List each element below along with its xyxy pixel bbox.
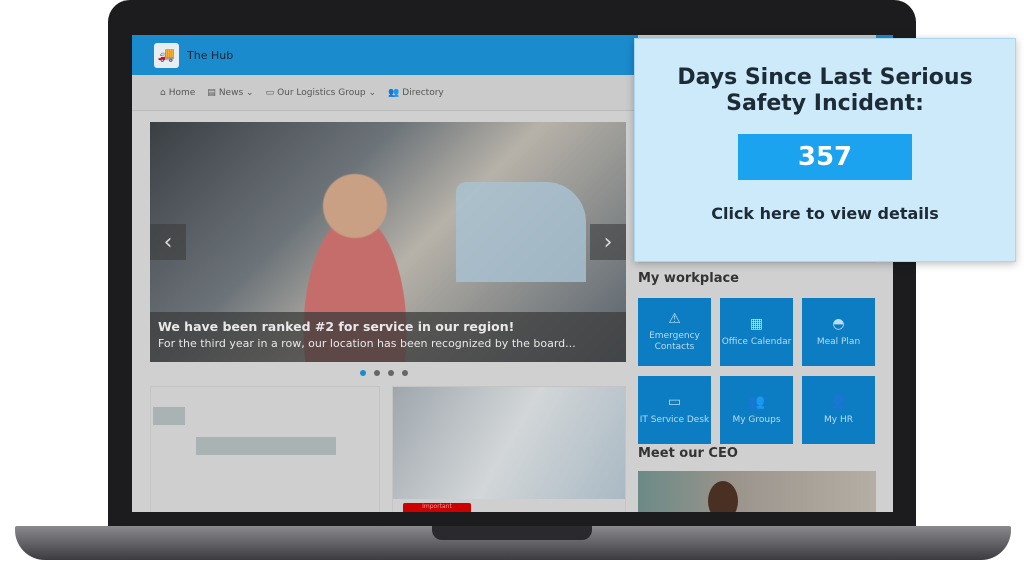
important-badge: Important: [403, 503, 471, 512]
tile-label: IT Service Desk: [639, 414, 710, 425]
tile-emergency-contacts[interactable]: ⚠ Emergency Contacts: [638, 298, 711, 366]
days-count: 357: [738, 134, 912, 180]
tile-office-calendar[interactable]: ▦ Office Calendar: [720, 298, 793, 366]
workplace-title: My workplace: [638, 271, 739, 286]
tile-label: My HR: [824, 414, 853, 425]
hero-carousel[interactable]: ‹ › We have been ranked #2 for service i…: [150, 122, 626, 362]
ceo-title: Meet our CEO: [638, 446, 738, 461]
tile-it-service-desk[interactable]: ▭ IT Service Desk: [638, 376, 711, 444]
carousel-dot[interactable]: [402, 370, 408, 376]
truck-icon[interactable]: 🚚: [154, 42, 179, 68]
app-title[interactable]: The Hub: [187, 49, 233, 62]
carousel-dot[interactable]: [388, 370, 394, 376]
sign-illustration: [153, 407, 185, 425]
carousel-dot[interactable]: [360, 370, 366, 376]
home-icon: ⌂: [160, 87, 166, 98]
nav-label: Home: [168, 87, 196, 98]
tile-my-groups[interactable]: 👥 My Groups: [720, 376, 793, 444]
news-card-network[interactable]: Important: [392, 386, 626, 512]
burger-icon: ◓: [832, 316, 845, 333]
warning-icon: ⚠: [668, 310, 681, 327]
people-icon: 👥: [388, 87, 400, 98]
user-icon: 👤: [829, 394, 848, 411]
carousel-next-button[interactable]: ›: [590, 224, 626, 260]
laptop-notch: [432, 526, 592, 540]
chevron-down-icon: ⌄: [368, 87, 377, 98]
network-image: [393, 387, 625, 499]
news-card-people[interactable]: [150, 386, 380, 512]
nav-label: Directory: [402, 87, 444, 98]
tile-label: My Groups: [732, 414, 781, 425]
tile-meal-plan[interactable]: ◓ Meal Plan: [802, 298, 875, 366]
hero-summary: For the third year in a row, our locatio…: [158, 337, 576, 350]
safety-incident-popup[interactable]: Days Since Last Serious Safety Incident:…: [634, 38, 1016, 262]
nav-our-logistics-group[interactable]: ▭ Our Logistics Group ⌄: [266, 88, 376, 98]
nav-label: News: [218, 87, 244, 98]
truck-window-image: [456, 182, 586, 282]
newspaper-icon: ▤: [207, 87, 216, 98]
carousel-dots: [360, 370, 408, 376]
nav-news[interactable]: ▤ News ⌄: [207, 88, 253, 98]
view-details-link[interactable]: Click here to view details: [635, 204, 1015, 223]
tile-label: Office Calendar: [721, 336, 792, 347]
group-icon: 👥: [747, 394, 766, 411]
banner-illustration: [196, 437, 336, 455]
ceo-image[interactable]: [638, 471, 876, 512]
nav-directory[interactable]: 👥 Directory: [388, 88, 444, 98]
hero-headline: We have been ranked #2 for service in ou…: [158, 319, 515, 334]
briefcase-icon: ▭: [265, 87, 275, 98]
carousel-dot[interactable]: [374, 370, 380, 376]
carousel-prev-button[interactable]: ‹: [150, 224, 186, 260]
chevron-down-icon: ⌄: [246, 87, 254, 98]
tile-label: Meal Plan: [816, 336, 861, 347]
popup-title: Days Since Last Serious Safety Incident:: [677, 65, 973, 116]
monitor-icon: ▭: [667, 394, 682, 411]
hero-caption[interactable]: We have been ranked #2 for service in ou…: [150, 312, 626, 362]
ceo-face: [708, 481, 738, 512]
nav-home[interactable]: ⌂ Home: [160, 88, 195, 98]
calendar-icon: ▦: [749, 316, 764, 333]
nav-label: Our Logistics Group: [277, 87, 366, 98]
tile-label: Emergency Contacts: [649, 331, 700, 353]
tile-my-hr[interactable]: 👤 My HR: [802, 376, 875, 444]
